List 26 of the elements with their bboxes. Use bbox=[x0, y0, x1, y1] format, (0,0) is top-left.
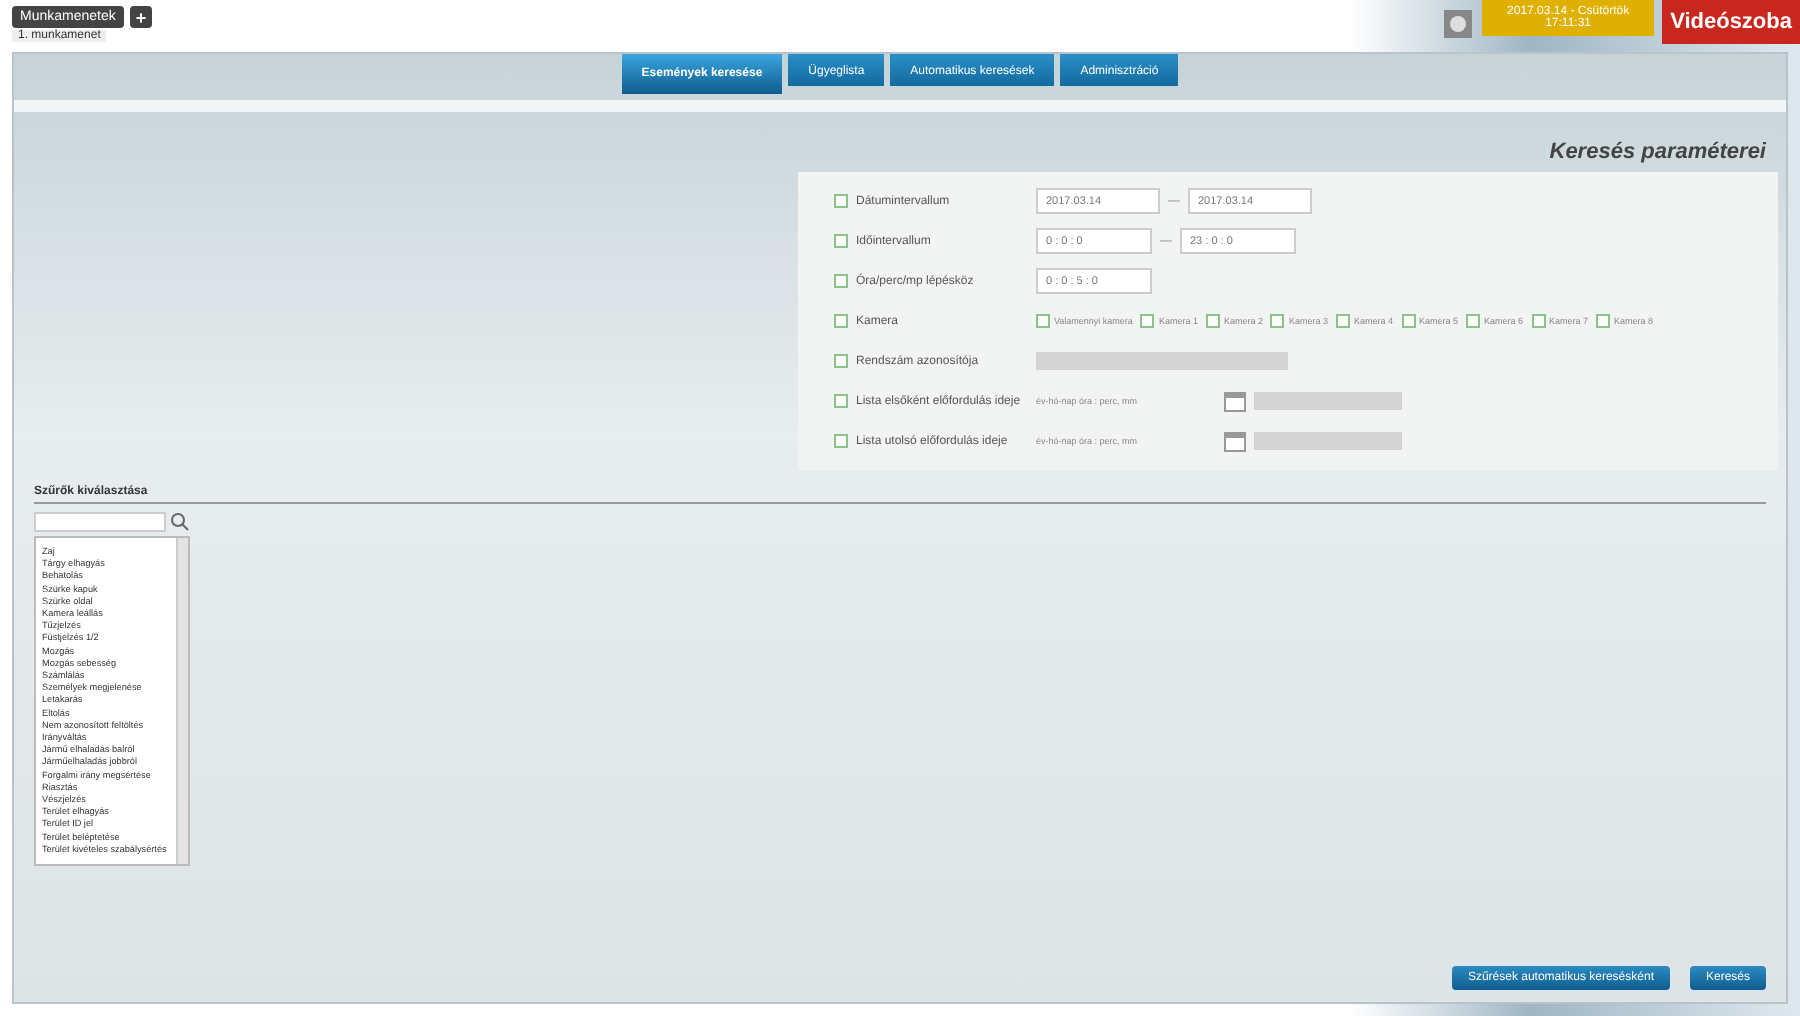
checkbox[interactable] bbox=[1335, 314, 1350, 328]
checkbox[interactable] bbox=[1270, 314, 1285, 328]
checkbox[interactable] bbox=[834, 234, 848, 248]
scrollbar[interactable] bbox=[176, 538, 188, 865]
filter-search-field[interactable] bbox=[34, 512, 166, 532]
checkbox[interactable] bbox=[834, 394, 848, 408]
calendar-icon[interactable] bbox=[1224, 431, 1246, 451]
checkbox[interactable] bbox=[1531, 314, 1546, 328]
text-field[interactable] bbox=[1036, 352, 1288, 370]
add-button[interactable]: + bbox=[129, 6, 153, 28]
checkbox[interactable] bbox=[834, 434, 848, 448]
search-icon[interactable] bbox=[170, 512, 190, 532]
checkbox[interactable] bbox=[834, 314, 848, 328]
checkbox[interactable] bbox=[1596, 314, 1611, 328]
checkbox[interactable] bbox=[1466, 314, 1481, 328]
calendar-icon[interactable] bbox=[1224, 391, 1246, 411]
checkbox[interactable] bbox=[1036, 314, 1050, 328]
checkbox[interactable] bbox=[834, 354, 848, 368]
panel-title: Keresés paraméterei bbox=[1547, 138, 1766, 168]
checkbox[interactable] bbox=[1140, 314, 1155, 328]
camera-icon bbox=[1442, 8, 1475, 40]
checkbox[interactable] bbox=[834, 274, 848, 288]
checkbox[interactable] bbox=[1401, 314, 1415, 328]
video-room-button[interactable]: Videószoba bbox=[1662, 0, 1800, 44]
checkbox[interactable] bbox=[1205, 314, 1220, 328]
checkbox[interactable] bbox=[834, 194, 848, 208]
